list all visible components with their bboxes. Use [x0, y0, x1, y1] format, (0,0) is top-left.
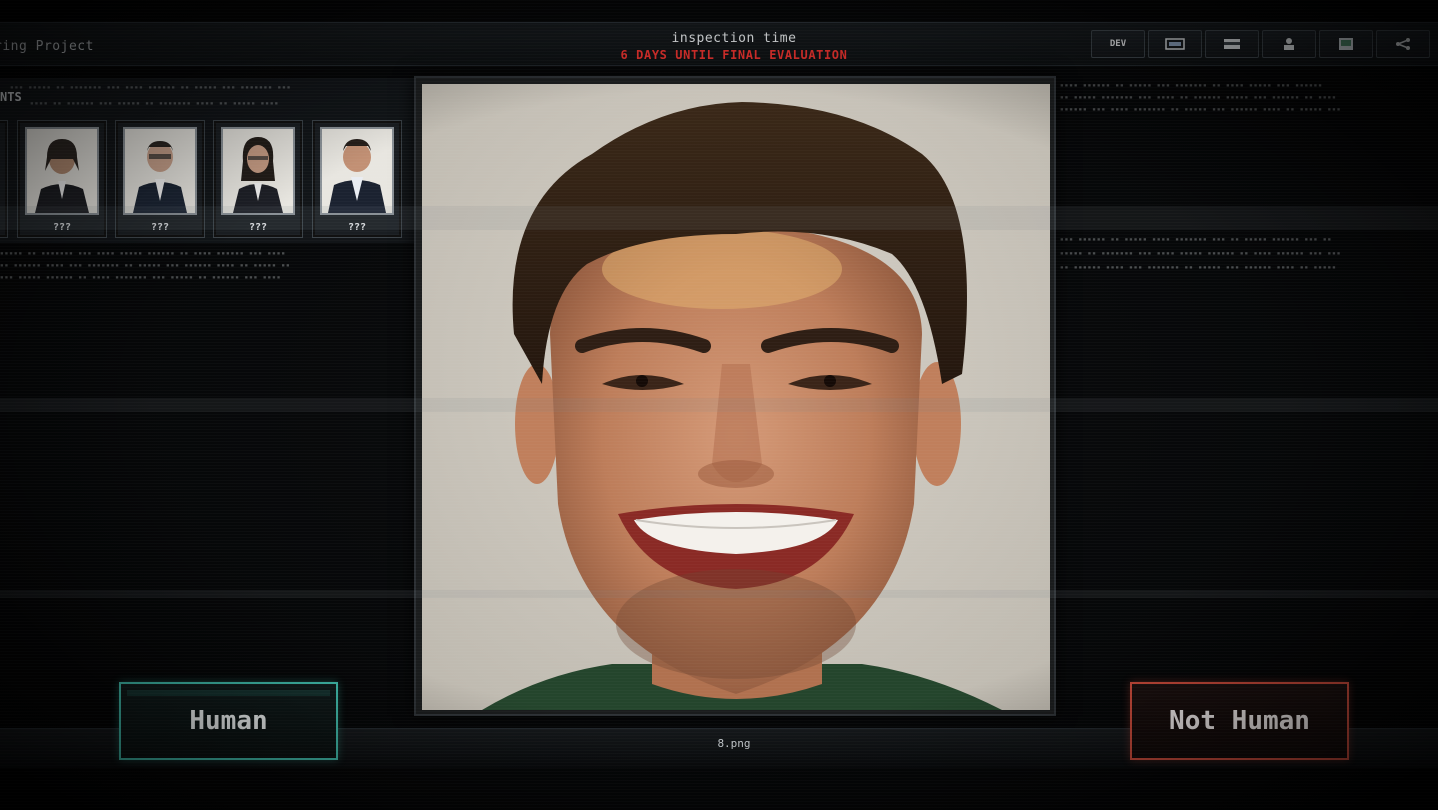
portrait-frame [414, 76, 1056, 716]
noise-text: ▪▪▪▪ ▪▪ ▪▪▪▪▪▪ ▪▪▪ ▪▪▪▪▪ ▪▪ ▪▪▪▪▪▪▪ ▪▪▪▪… [30, 100, 280, 107]
noise-text: ▪▪▪▪ ▪▪▪▪▪▪ ▪▪ ▪▪▪▪▪ ▪▪▪ ▪▪▪▪▪▪▪ ▪▪ ▪▪▪▪… [1060, 82, 1323, 89]
share-button[interactable] [1376, 30, 1430, 58]
share-icon [1396, 38, 1410, 50]
noise-text: ▪▪▪ ▪▪▪▪▪ ▪▪ ▪▪▪▪▪▪▪ ▪▪▪ ▪▪▪▪ ▪▪▪▪▪▪ ▪▪ … [10, 84, 292, 91]
applicant-card[interactable]: ??? [213, 120, 303, 238]
image-filename: 8.png [717, 737, 751, 750]
applicant-label: ??? [52, 222, 72, 233]
noise-text: ▪▪▪▪▪ ▪▪ ▪▪▪▪▪▪▪ ▪▪▪ ▪▪▪▪ ▪▪▪▪▪ ▪▪▪▪▪▪ ▪… [0, 250, 286, 257]
applicant-label: ??? [150, 222, 170, 233]
dev-button-label: DEV [1109, 39, 1127, 49]
game-screen: ring Project inspection time 6 DAYS UNTI… [0, 0, 1438, 810]
not-human-button[interactable]: Not Human [1130, 682, 1349, 760]
picture-button[interactable] [1319, 30, 1373, 58]
applicant-photo [320, 127, 394, 215]
applicant-card[interactable]: ??? [115, 120, 205, 238]
picture-icon [1339, 38, 1353, 50]
applicant-label: ??? [347, 222, 367, 233]
human-button-label: Human [189, 706, 268, 736]
applicant-portrait [233, 137, 283, 213]
subject-portrait [422, 84, 1050, 710]
applicant-card[interactable]: ??? [17, 120, 107, 238]
noise-text: ▪▪▪▪▪ ▪▪ ▪▪▪▪▪▪▪ ▪▪▪ ▪▪▪▪ ▪▪▪▪▪ ▪▪▪▪▪▪ ▪… [1060, 250, 1342, 257]
noise-text: ▪▪ ▪▪▪▪▪ ▪▪▪▪▪▪▪ ▪▪▪ ▪▪▪▪ ▪▪ ▪▪▪▪▪▪ ▪▪▪▪… [1060, 94, 1337, 101]
person-button[interactable] [1262, 30, 1316, 58]
noise-text: ▪▪▪▪▪▪ ▪▪▪ ▪▪▪▪ ▪▪▪▪▪▪▪ ▪▪ ▪▪▪▪▪ ▪▪▪ ▪▪▪… [1060, 106, 1342, 113]
applicant-photo [221, 127, 295, 215]
image-button[interactable] [1148, 30, 1202, 58]
applicant-portrait [35, 139, 89, 213]
dev-button[interactable]: DEV [1091, 30, 1145, 58]
noise-text: ▪▪▪ ▪▪▪▪▪▪ ▪▪ ▪▪▪▪▪ ▪▪▪▪ ▪▪▪▪▪▪▪ ▪▪▪ ▪▪ … [1060, 236, 1333, 243]
person-icon [1284, 38, 1294, 50]
applicant-label: ??? [248, 222, 268, 233]
applicant-portrait [133, 141, 187, 213]
applicants-panel: NTS ▪▪▪ ▪▪▪▪▪ ▪▪ ▪▪▪▪▪▪▪ ▪▪▪ ▪▪▪▪ ▪▪▪▪▪▪… [0, 78, 425, 243]
applicant-photo [25, 127, 99, 215]
applicant-card[interactable]: ??? [312, 120, 402, 238]
subject-face [482, 102, 1002, 710]
applicants-title: NTS [0, 90, 22, 104]
noise-text: ▪▪ ▪▪▪▪▪▪ ▪▪▪▪ ▪▪▪ ▪▪▪▪▪▪▪ ▪▪ ▪▪▪▪▪ ▪▪▪ … [0, 262, 291, 269]
card-button[interactable] [1205, 30, 1259, 58]
applicant-photo [123, 127, 197, 215]
noise-text: ▪▪▪ ▪▪▪▪▪ ▪▪▪▪▪▪ ▪▪ ▪▪▪▪ ▪▪▪▪▪▪▪ ▪▪▪ ▪▪▪… [0, 274, 282, 281]
card-icon [1224, 39, 1240, 49]
applicant-portrait [328, 139, 386, 213]
not-human-button-label: Not Human [1169, 706, 1310, 736]
noise-text: ▪▪ ▪▪▪▪▪▪ ▪▪▪▪ ▪▪▪ ▪▪▪▪▪▪▪ ▪▪ ▪▪▪▪▪ ▪▪▪ … [1060, 264, 1337, 271]
applicant-card[interactable] [0, 120, 8, 238]
human-button[interactable]: Human [119, 682, 338, 760]
image-icon [1165, 38, 1185, 50]
